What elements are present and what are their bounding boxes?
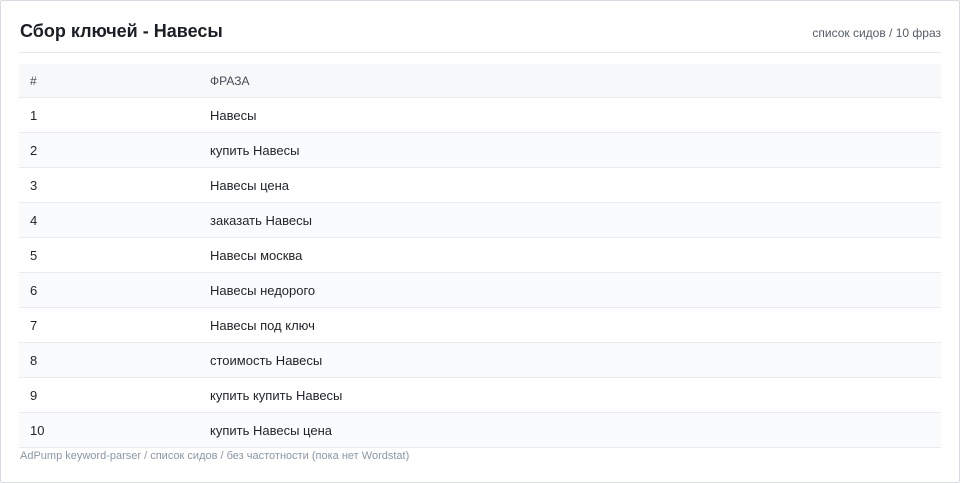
table-row: 7 Навесы под ключ (19, 307, 941, 343)
table-row: 3 Навесы цена (19, 167, 941, 203)
row-number: 7 (19, 307, 210, 343)
row-number: 1 (19, 97, 210, 133)
row-phrase: заказать Навесы (210, 202, 941, 238)
column-header-number: # (19, 64, 210, 98)
row-phrase: Навесы цена (210, 167, 941, 203)
row-number: 10 (19, 412, 210, 448)
column-header-phrase: ФРАЗА (210, 64, 941, 98)
table-row: 1 Навесы (19, 97, 941, 133)
row-phrase: Навесы москва (210, 237, 941, 273)
report-meta: список сидов / 10 фраз (812, 26, 941, 40)
row-phrase: Навесы под ключ (210, 307, 941, 343)
row-number: 5 (19, 237, 210, 273)
report-header: Сбор ключей - Навесы список сидов / 10 ф… (19, 1, 941, 53)
table-row: 8 стоимость Навесы (19, 342, 941, 378)
table-row: 10 купить Навесы цена (19, 412, 941, 448)
keywords-table: # ФРАЗА 1 Навесы 2 купить Навесы 3 Навес… (19, 64, 941, 448)
table-row: 2 купить Навесы (19, 132, 941, 168)
row-phrase: купить Навесы (210, 132, 941, 168)
row-number: 8 (19, 342, 210, 378)
row-phrase: купить Навесы цена (210, 412, 941, 448)
row-phrase: Навесы недорого (210, 272, 941, 308)
table-row: 6 Навесы недорого (19, 272, 941, 308)
table-row: 5 Навесы москва (19, 237, 941, 273)
row-number: 4 (19, 202, 210, 238)
row-number: 3 (19, 167, 210, 203)
page-title: Сбор ключей - Навесы (20, 21, 223, 41)
table-row: 4 заказать Навесы (19, 202, 941, 238)
report-footer: AdPump keyword-parser / список сидов / б… (20, 450, 410, 462)
row-number: 9 (19, 377, 210, 413)
table-row: 9 купить купить Навесы (19, 377, 941, 413)
row-number: 6 (19, 272, 210, 308)
row-phrase: Навесы (210, 97, 941, 133)
row-number: 2 (19, 132, 210, 168)
row-phrase: купить купить Навесы (210, 377, 941, 413)
table-header-row: # ФРАЗА (19, 64, 941, 98)
row-phrase: стоимость Навесы (210, 342, 941, 378)
report-card: Сбор ключей - Навесы список сидов / 10 ф… (0, 0, 960, 483)
